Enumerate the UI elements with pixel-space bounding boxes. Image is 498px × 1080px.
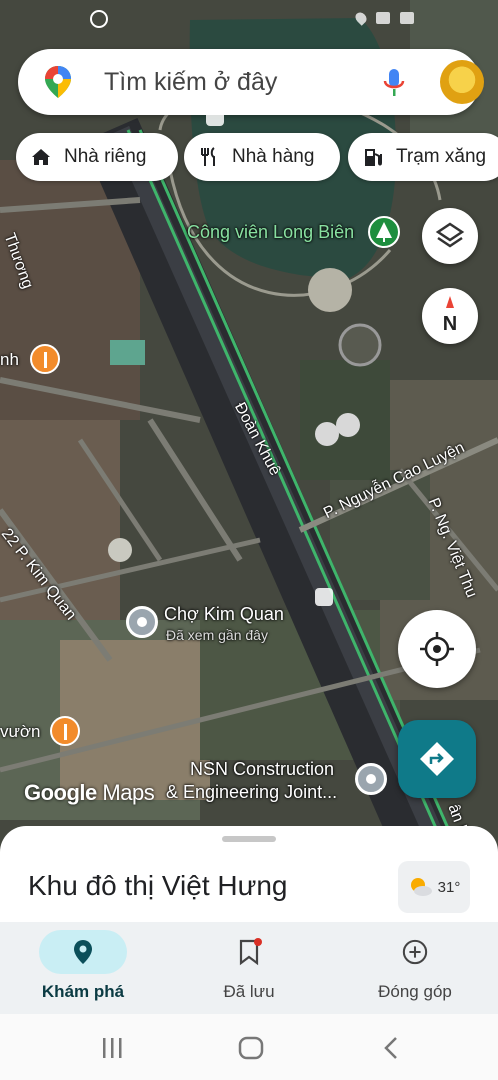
- compass-icon: N: [443, 296, 457, 335]
- category-chips: Nhà riêng Nhà hàng Trạm xăng: [16, 133, 498, 181]
- park-icon[interactable]: [368, 216, 400, 248]
- google-maps-logo: Google Maps: [24, 780, 155, 805]
- nav-label: Đã lưu: [223, 982, 275, 1001]
- chip-label: Trạm xăng: [396, 146, 487, 167]
- account-avatar[interactable]: [440, 60, 484, 104]
- whatsapp-icon: [90, 10, 108, 28]
- home-nav-icon[interactable]: [238, 1036, 264, 1060]
- drag-handle[interactable]: [222, 836, 276, 842]
- chip-label: Nhà riêng: [64, 146, 147, 167]
- market-pin-icon[interactable]: [126, 606, 158, 638]
- market-name[interactable]: Chợ Kim Quan: [164, 604, 284, 625]
- park-label[interactable]: Công viên Long Biên: [187, 222, 354, 243]
- layers-icon: [435, 222, 465, 248]
- poi-partial-label: nh: [0, 350, 19, 369]
- google-maps-pin-icon: [45, 66, 71, 98]
- wifi-icon: [376, 12, 390, 24]
- map-view[interactable]: Tìm kiếm ở đây Nhà riêng Nhà hàng Trạm x…: [0, 0, 498, 860]
- temperature: 31°: [437, 878, 461, 896]
- chip-restaurant[interactable]: Nhà hàng: [184, 133, 340, 181]
- home-icon: [32, 149, 50, 165]
- market-subtitle: Đã xem gần đây: [166, 627, 268, 643]
- directions-icon: [420, 742, 454, 776]
- back-icon[interactable]: [384, 1037, 397, 1059]
- partly-cloudy-icon: [410, 878, 432, 896]
- add-circle-icon: [402, 939, 428, 965]
- bottom-navigation: Khám phá Đã lưu Đóng góp: [0, 922, 498, 1014]
- area-title: Khu đô thị Việt Hưng: [28, 870, 288, 901]
- nav-contribute[interactable]: Đóng góp: [332, 922, 498, 1014]
- chip-home[interactable]: Nhà riêng: [16, 133, 178, 181]
- search-bar[interactable]: Tìm kiếm ở đây: [18, 49, 484, 115]
- explore-pin-icon: [74, 940, 92, 964]
- restaurant-poi-icon[interactable]: [30, 344, 60, 374]
- location-status-icon: [353, 10, 369, 26]
- status-bar: [0, 0, 498, 36]
- crosshair-icon: [420, 632, 454, 666]
- gas-station-icon: [365, 149, 382, 166]
- company-pin-icon[interactable]: [355, 763, 387, 795]
- chip-gas-station[interactable]: Trạm xăng: [348, 133, 498, 181]
- my-location-button[interactable]: [398, 610, 476, 688]
- bottom-sheet[interactable]: Khu đô thị Việt Hưng 31°: [0, 826, 498, 922]
- system-navigation-bar: [0, 1014, 498, 1080]
- chip-label: Nhà hàng: [232, 146, 315, 167]
- nav-explore[interactable]: Khám phá: [0, 922, 166, 1014]
- poi-partial-label-vuon: vườn: [0, 722, 41, 741]
- compass-button[interactable]: N: [422, 288, 478, 344]
- nav-label: Khám phá: [41, 982, 125, 1001]
- bus-stop-icon[interactable]: [315, 588, 333, 606]
- nav-label: Đóng góp: [378, 982, 452, 1001]
- weather-chip[interactable]: 31°: [398, 861, 470, 913]
- search-placeholder[interactable]: Tìm kiếm ở đây: [104, 68, 277, 97]
- compass-letter: N: [443, 313, 457, 335]
- layers-button[interactable]: [422, 208, 478, 264]
- recent-apps-icon[interactable]: [103, 1038, 122, 1058]
- bookmark-icon: [239, 938, 262, 966]
- restaurant-icon: [201, 147, 215, 166]
- restaurant-poi-icon[interactable]: [50, 716, 80, 746]
- directions-button[interactable]: [398, 720, 476, 798]
- signal-icon: [400, 12, 414, 24]
- company-name-line1[interactable]: NSN Construction: [190, 759, 334, 780]
- nav-saved[interactable]: Đã lưu: [166, 922, 332, 1014]
- company-name-line2[interactable]: & Engineering Joint...: [166, 782, 337, 803]
- bus-stop-icon[interactable]: [206, 108, 224, 126]
- microphone-icon[interactable]: [382, 67, 406, 99]
